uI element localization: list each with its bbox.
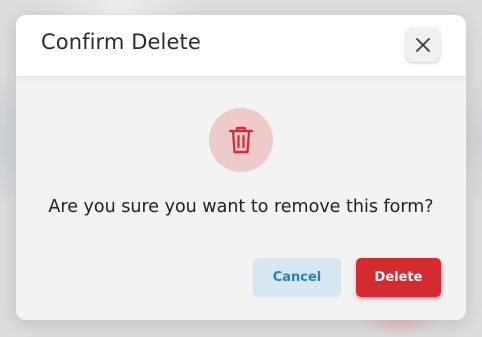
warning-icon-circle [209,108,273,172]
delete-button[interactable]: Delete [356,258,441,297]
confirm-message: Are you sure you want to remove this for… [48,197,434,217]
cancel-button[interactable]: Cancel [253,258,341,297]
dialog-title: Confirm Delete [41,30,201,54]
confirm-delete-dialog: Confirm Delete Are you sure you want to … [16,15,466,320]
trash-icon [228,126,254,154]
dialog-header: Confirm Delete [16,15,466,77]
close-button[interactable] [406,28,440,62]
close-icon [416,38,430,52]
